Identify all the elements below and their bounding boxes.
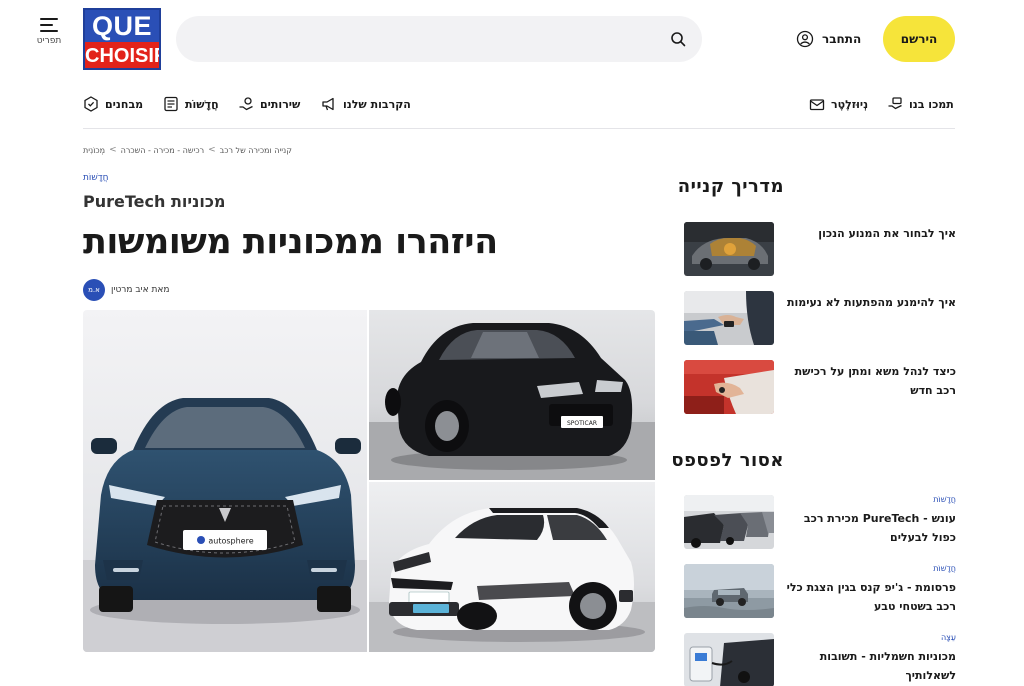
user-icon xyxy=(796,30,814,48)
search-input[interactable] xyxy=(200,16,670,62)
nav-news[interactable]: חֲדָשׁוֹת xyxy=(163,94,219,114)
buying-guide-heading: מדריך קנייה xyxy=(677,176,784,197)
thumb-handshake xyxy=(684,291,774,345)
nav-our-fights-label: הקרבות שלנו xyxy=(343,97,411,111)
dont-miss-card[interactable]: חֲדָשׁוֹת פרסומת - ג'יפ קנס בגין הצגת כל… xyxy=(684,564,956,620)
hero-image-blue-suv: autosphere xyxy=(83,310,367,652)
breadcrumb-item-buy-sell[interactable]: קנייה ומכירה של רכב xyxy=(220,146,292,155)
news-icon xyxy=(164,96,178,112)
author-avatar: א.מ xyxy=(83,279,105,301)
nav-services-label: שירותים xyxy=(260,97,301,111)
buying-guide-title-1: איך לבחור את המנוע הנכון xyxy=(818,227,956,240)
thumb-jeep-beach xyxy=(684,564,774,618)
services-icon xyxy=(239,97,253,111)
dont-miss-heading: אסור לפספס xyxy=(671,450,784,471)
nav-tests[interactable]: מבחנים xyxy=(83,94,143,114)
nav-newsletter[interactable]: נְיוּזלֶטֶר xyxy=(809,94,868,114)
dont-miss-tag-1: חֲדָשׁוֹת xyxy=(933,495,956,504)
buying-guide-title-2: איך להימנע מהפתעות לא נעימות xyxy=(787,296,956,309)
dont-miss-tag-3: עֵצָה xyxy=(940,633,956,642)
dont-miss-tag-2: חֲדָשׁוֹת xyxy=(933,564,956,573)
megaphone-icon xyxy=(322,97,334,111)
dont-miss-title-1: עונש - PureTech מכירת רכב כפול לבעלים xyxy=(803,512,956,544)
signup-button[interactable]: הירשם xyxy=(883,16,955,62)
nav-newsletter-label: נְיוּזלֶטֶר xyxy=(831,97,869,111)
thumb-negotiation xyxy=(684,360,774,414)
buying-guide-card[interactable]: איך לבחור את המנוע הנכון xyxy=(684,222,956,278)
thumb-parked-cars xyxy=(684,495,774,549)
dont-miss-card[interactable]: עֵצָה מכוניות חשמליות - תשובות לשאלותיך xyxy=(684,633,956,686)
hamburger-icon xyxy=(40,18,58,32)
thumb-engine xyxy=(684,222,774,276)
article-subtitle: מכוניות PureTech xyxy=(83,192,226,211)
nav-support-us-label: תמכו בנו xyxy=(909,97,954,111)
article-tag[interactable]: חֲדָשׁוֹת xyxy=(83,173,109,183)
site-logo[interactable]: QUE CHOISIR xyxy=(83,8,161,70)
hero-image: autosphere SPOTICAR xyxy=(83,310,655,652)
logo-top-text: QUE xyxy=(85,10,159,42)
nav-our-fights[interactable]: הקרבות שלנו xyxy=(321,94,411,114)
breadcrumb-item-car[interactable]: מְכוֹנִית xyxy=(83,146,105,155)
hero-image-white-hatchback xyxy=(369,482,655,652)
dont-miss-title-2: פרסומת - ג'יפ קנס בגין הצגת כלי רכב בשטח… xyxy=(786,581,956,613)
menu-label: תפריט xyxy=(36,36,62,46)
hero-plate-top-right: SPOTICAR xyxy=(567,420,597,427)
article-title: היזהרו ממכוניות משומשות xyxy=(83,222,498,262)
nav-support-us[interactable]: תמכו בנו xyxy=(887,94,954,114)
logo-bottom-text: CHOISIR xyxy=(85,42,159,68)
chevron-left-icon: < xyxy=(208,145,216,155)
nav-divider xyxy=(83,128,955,129)
search-icon[interactable] xyxy=(670,31,686,47)
thumb-ev-charging xyxy=(684,633,774,686)
hero-image-black-hatchback: SPOTICAR xyxy=(369,310,655,480)
author-name[interactable]: מאת איב מרטין xyxy=(111,285,170,295)
nav-services[interactable]: שירותים xyxy=(238,94,300,114)
login-button[interactable]: התחבר xyxy=(796,28,861,50)
mail-icon xyxy=(809,99,825,111)
login-label: התחבר xyxy=(822,32,862,46)
hero-plate-left: autosphere xyxy=(208,537,253,546)
dont-miss-title-3: מכוניות חשמליות - תשובות לשאלותיך xyxy=(819,650,956,682)
breadcrumb-item-purchase[interactable]: רכישה - מכירה - השכרה xyxy=(121,146,204,155)
author-row: א.מ מאת איב מרטין xyxy=(83,279,170,301)
badge-icon xyxy=(84,96,98,112)
search-bar[interactable] xyxy=(176,16,702,62)
dont-miss-card[interactable]: חֲדָשׁוֹת עונש - PureTech מכירת רכב כפול… xyxy=(684,495,956,551)
menu-button[interactable]: תפריט xyxy=(34,18,64,46)
nav-news-label: חֲדָשׁוֹת xyxy=(185,97,219,111)
buying-guide-card[interactable]: איך להימנע מהפתעות לא נעימות xyxy=(684,291,956,347)
buying-guide-card[interactable]: כיצד לנהל משא ומתן על רכישת רכב חדש xyxy=(684,360,956,416)
support-icon xyxy=(888,97,902,110)
chevron-left-icon: < xyxy=(109,145,117,155)
buying-guide-title-3: כיצד לנהל משא ומתן על רכישת רכב חדש xyxy=(794,365,956,397)
nav-tests-label: מבחנים xyxy=(105,97,144,111)
breadcrumb: מְכוֹנִית < רכישה - מכירה - השכרה < קניי… xyxy=(83,145,292,155)
